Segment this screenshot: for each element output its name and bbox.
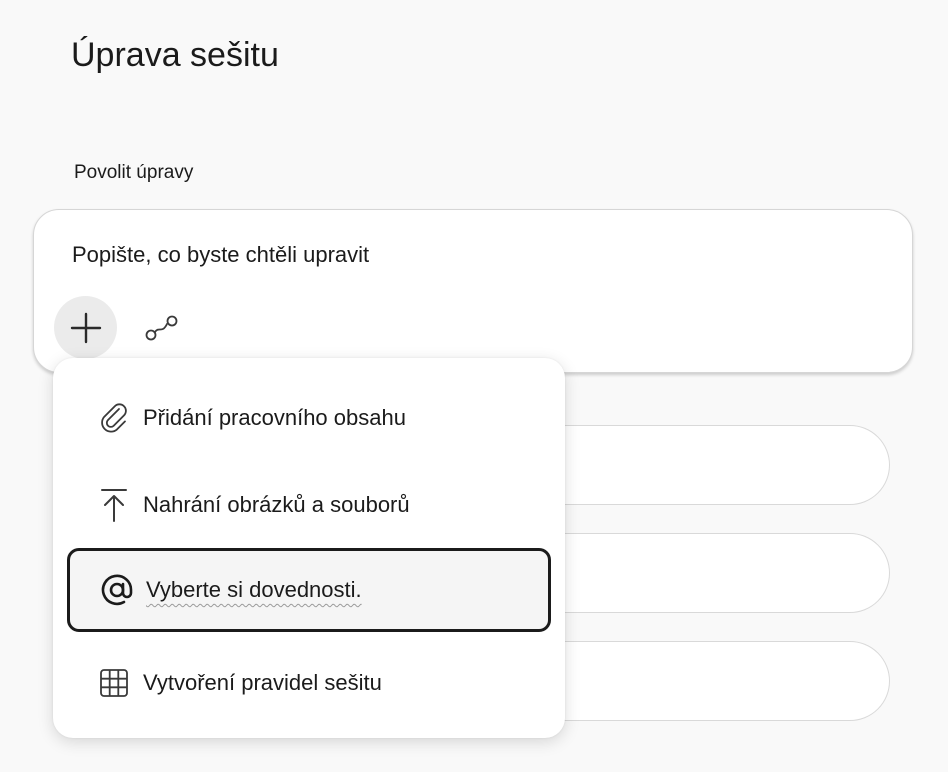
prompt-input[interactable]: Popište, co byste chtěli upravit: [72, 242, 369, 268]
connector-icon: [145, 315, 178, 341]
menu-item-label: Nahrání obrázků a souborů: [143, 492, 410, 517]
add-button[interactable]: [54, 296, 117, 359]
table-grid-icon: [97, 666, 131, 700]
menu-item-add-work-content[interactable]: Přidání pracovního obsahu: [67, 376, 551, 460]
menu-item-upload-files[interactable]: Nahrání obrázků a souborů: [67, 463, 551, 547]
menu-item-label: Přidání pracovního obsahu: [143, 405, 406, 430]
add-menu: Přidání pracovního obsahu Nahrání obrázk…: [53, 358, 565, 738]
section-label: Povolit úpravy: [74, 162, 194, 183]
menu-item-label: Vytvoření pravidel sešitu: [143, 670, 382, 695]
plus-icon: [70, 312, 101, 343]
menu-item-choose-skills[interactable]: Vyberte si dovednosti.: [67, 548, 551, 632]
page-title: Úprava sešitu: [71, 36, 279, 74]
paperclip-icon: [97, 401, 131, 435]
menu-item-label: Vyberte si dovednosti.: [146, 577, 362, 602]
connectors-button[interactable]: [142, 310, 182, 346]
prompt-box[interactable]: Popište, co byste chtěli upravit: [33, 209, 913, 373]
menu-item-create-rules[interactable]: Vytvoření pravidel sešitu: [67, 641, 551, 725]
upload-icon: [97, 488, 131, 522]
at-sign-icon: [100, 573, 134, 607]
